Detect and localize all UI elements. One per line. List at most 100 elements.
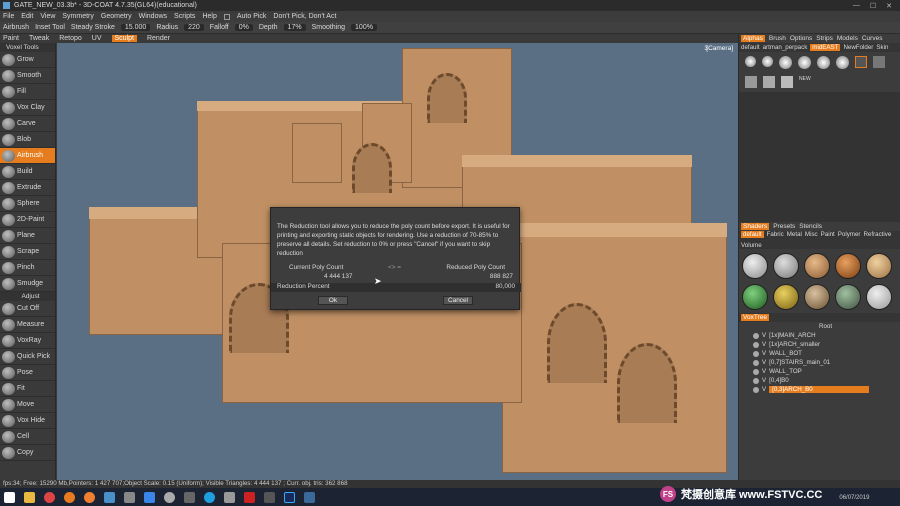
tree-node[interactable]: V WALL_BOT: [739, 349, 900, 358]
photoshop-icon[interactable]: [284, 491, 295, 503]
new-alpha-button[interactable]: NEW: [799, 76, 811, 89]
tool-vox-clay[interactable]: Vox Clay: [0, 100, 55, 116]
menu-scripts[interactable]: Scripts: [174, 13, 195, 20]
maximize-icon[interactable]: ☐: [870, 2, 876, 10]
3dcoat-icon[interactable]: [104, 491, 115, 503]
tool-grow[interactable]: Grow: [0, 52, 55, 68]
menu-symmetry[interactable]: Symmetry: [62, 13, 94, 20]
skype-icon[interactable]: [204, 491, 215, 503]
menu-windows[interactable]: Windows: [139, 13, 167, 20]
tree-root[interactable]: Root: [739, 322, 900, 331]
close-icon[interactable]: ✕: [886, 2, 892, 10]
visibility-v-icon[interactable]: V: [762, 341, 766, 348]
tab-render[interactable]: Render: [147, 35, 170, 42]
tool-voxray[interactable]: VoxRay: [0, 333, 55, 349]
shader-swatch-5[interactable]: [866, 253, 892, 279]
tree-node[interactable]: V [0,3]ARCH_B0: [739, 385, 900, 394]
alpha-folder-newfolder[interactable]: NewFolder: [843, 44, 873, 51]
tool-vox-hide[interactable]: Vox Hide: [0, 413, 55, 429]
inset-tool-button[interactable]: Inset Tool: [35, 24, 65, 31]
menu-geometry[interactable]: Geometry: [101, 13, 132, 20]
tab-voxtree[interactable]: VoxTree: [741, 314, 769, 321]
tab-models[interactable]: Models: [837, 35, 858, 42]
visibility-v-icon[interactable]: V: [762, 332, 766, 339]
shader-swatch-8[interactable]: [804, 284, 830, 310]
tool-fill[interactable]: Fill: [0, 84, 55, 100]
tool-extrude[interactable]: Extrude: [0, 180, 55, 196]
minimize-icon[interactable]: —: [853, 2, 860, 10]
tab-options[interactable]: Options: [790, 35, 812, 42]
tool-cell[interactable]: Cell: [0, 429, 55, 445]
alpha-brush-3[interactable]: [779, 56, 792, 69]
menu-edit[interactable]: Edit: [21, 13, 33, 20]
pick-mode-select[interactable]: Don't Pick, Don't Act: [273, 13, 336, 20]
shader-swatch-3[interactable]: [804, 253, 830, 279]
tree-node[interactable]: V WALL_TOP: [739, 367, 900, 376]
app-icon-4[interactable]: [224, 491, 235, 503]
alpha-square-5[interactable]: [781, 75, 793, 88]
shader-folder-paint[interactable]: Paint: [821, 231, 835, 238]
eye-icon[interactable]: [753, 350, 759, 357]
visibility-v-icon[interactable]: V: [762, 350, 766, 357]
windows-start-icon[interactable]: [4, 491, 15, 503]
smoothing-field[interactable]: 100%: [351, 24, 377, 31]
chrome-icon[interactable]: [44, 491, 55, 503]
alpha-brush-1[interactable]: [745, 56, 756, 67]
shader-folder-misc[interactable]: Misc: [805, 231, 818, 238]
eye-icon[interactable]: [753, 359, 759, 366]
tab-tweak[interactable]: Tweak: [29, 35, 49, 42]
reduction-percent-row[interactable]: Reduction Percent 80,000: [271, 283, 521, 292]
depth-field[interactable]: 17%: [283, 24, 306, 31]
app-icon-3[interactable]: [184, 491, 195, 503]
firefox-icon[interactable]: [64, 491, 75, 503]
tool-blob[interactable]: Blob: [0, 132, 55, 148]
filezilla-icon[interactable]: [244, 491, 255, 503]
alpha-folder-skin[interactable]: Skin: [876, 44, 888, 51]
tool-move[interactable]: Move: [0, 397, 55, 413]
alpha-square-3[interactable]: [745, 75, 757, 88]
tab-stencils[interactable]: Stencils: [799, 223, 822, 230]
tool-scrape[interactable]: Scrape: [0, 244, 55, 260]
alpha-folder-default[interactable]: default: [741, 44, 760, 51]
eye-icon[interactable]: [753, 341, 759, 348]
tool-cut-off[interactable]: Cut Off: [0, 301, 55, 317]
tab-alphas[interactable]: Alphas: [741, 35, 765, 42]
menu-file[interactable]: File: [3, 13, 14, 20]
tree-node[interactable]: V [0,7]STAIRS_main_01: [739, 358, 900, 367]
shader-folder-volume[interactable]: Volume: [741, 242, 762, 249]
visibility-v-icon[interactable]: V: [762, 359, 766, 366]
alpha-brush-2[interactable]: [762, 56, 773, 67]
blender-icon[interactable]: [84, 491, 95, 503]
ok-button[interactable]: Ok: [318, 296, 348, 305]
camera-label[interactable]: [Camera]: [706, 45, 733, 52]
alpha-folder-mideast[interactable]: midEAST: [810, 44, 841, 51]
eye-icon[interactable]: [753, 386, 759, 393]
shader-folder-polymer[interactable]: Polymer: [838, 231, 861, 238]
radius-field[interactable]: 220: [184, 24, 204, 31]
shader-folder-default[interactable]: default: [741, 231, 764, 239]
cancel-button[interactable]: Cancel: [443, 296, 473, 305]
shader-swatch-2[interactable]: [773, 253, 799, 279]
tool-quick-pick[interactable]: Quick Pick: [0, 349, 55, 365]
eye-icon[interactable]: [753, 377, 759, 384]
shader-swatch-10[interactable]: [866, 284, 892, 310]
app-icon-2[interactable]: [124, 491, 135, 503]
shader-swatch-1[interactable]: [742, 253, 768, 279]
menu-view[interactable]: View: [40, 13, 55, 20]
visibility-v-icon[interactable]: V: [762, 368, 766, 375]
eye-icon[interactable]: [753, 368, 759, 375]
steady-stroke-field[interactable]: 15.000: [120, 24, 151, 31]
tool-smudge[interactable]: Smudge: [0, 276, 55, 292]
app-icon-6[interactable]: [304, 491, 315, 503]
alpha-brush-4[interactable]: [798, 56, 811, 69]
tab-curves[interactable]: Curves: [862, 35, 883, 42]
tool-plane[interactable]: Plane: [0, 228, 55, 244]
tab-sculpt[interactable]: Sculpt: [111, 35, 137, 42]
tool-measure[interactable]: Measure: [0, 317, 55, 333]
auto-pick-checkbox[interactable]: [223, 13, 230, 20]
tab-presets[interactable]: Presets: [773, 223, 795, 230]
shader-swatch-9[interactable]: [835, 284, 861, 310]
tab-uv[interactable]: UV: [92, 35, 102, 42]
tab-paint[interactable]: Paint: [3, 35, 19, 42]
alpha-folder-artman-perpack[interactable]: artman_perpack: [763, 44, 808, 51]
